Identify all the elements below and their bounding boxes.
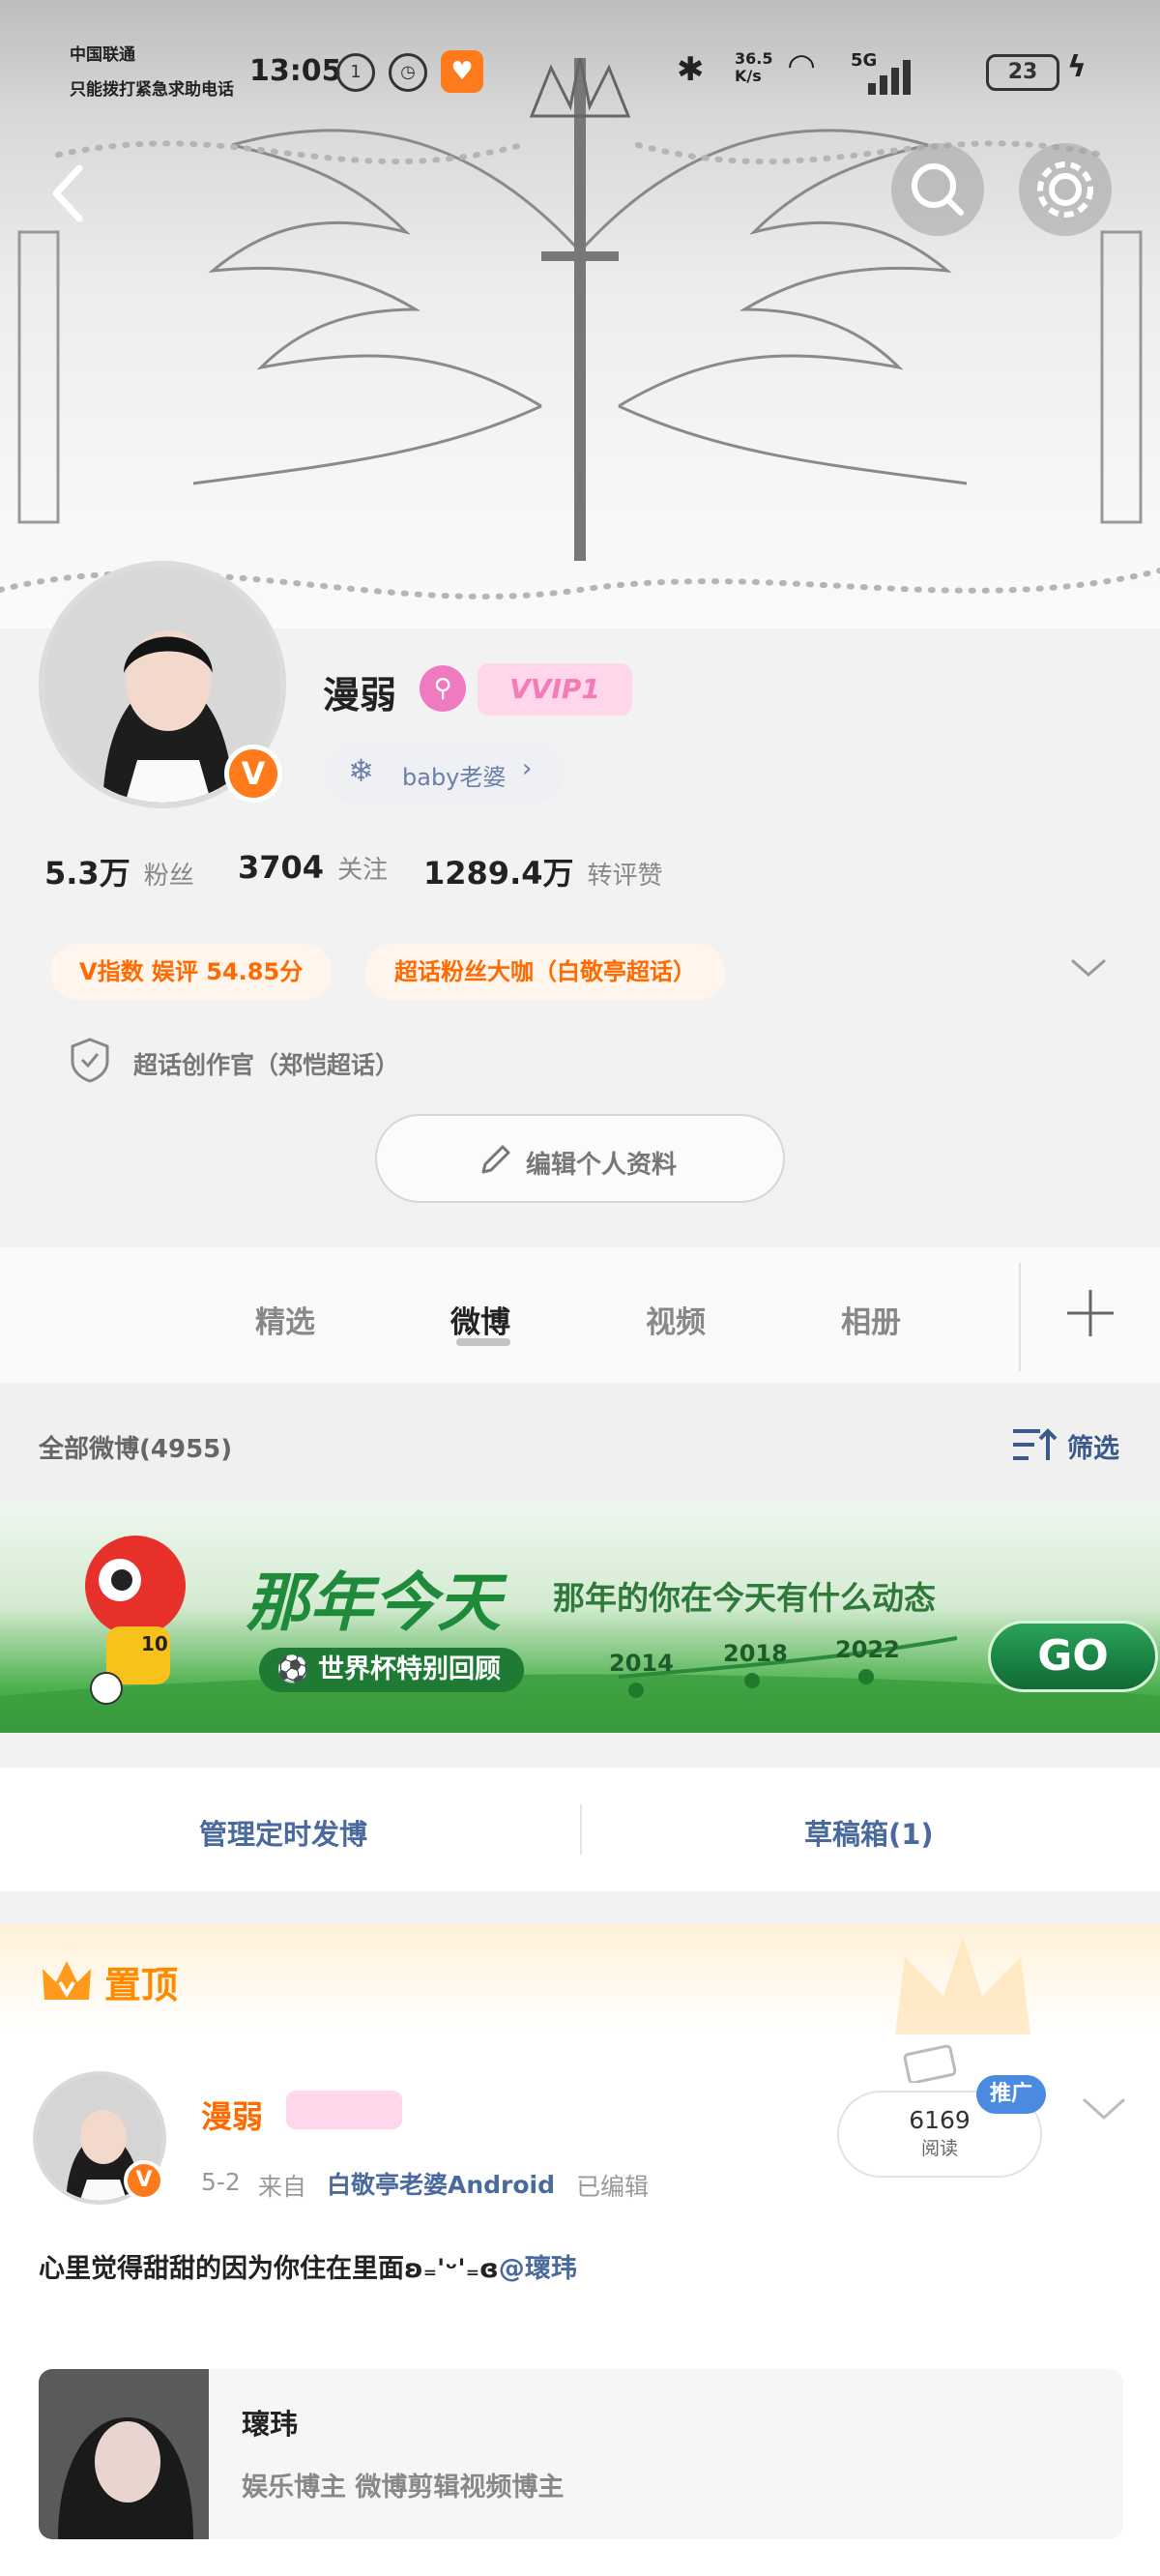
post-meta: 5-2 来自 (201, 2168, 306, 2203)
profile-tag-label: baby老婆 (402, 764, 507, 791)
pinned-label: 置顶 (104, 1964, 179, 2006)
profile-name: 漫弱 (323, 674, 397, 717)
author-vip-badge (286, 2091, 402, 2129)
world-cup-badge-label: 世界杯特别回顾 (318, 1654, 502, 1684)
hd-icon: 1 (336, 53, 375, 92)
post-mention[interactable]: @瓌玮 (499, 2254, 577, 2284)
world-cup-badge: ⚽ 世界杯特别回顾 (259, 1648, 525, 1692)
stat-engagement[interactable]: 1289.4万 转评赞 (423, 849, 663, 893)
jersey-number: 10 (141, 1632, 168, 1655)
shield-icon (70, 1037, 110, 1087)
v-index-pill[interactable]: V指数 娱评 54.85分 (50, 944, 333, 1000)
search-icon (912, 163, 964, 216)
filter-sort-icon (1011, 1425, 1058, 1468)
banner-subtitle: 那年的你在今天有什么动态 (553, 1579, 936, 1617)
pink-search-badge-icon[interactable]: ⚲ (420, 665, 466, 712)
post-text: 心里觉得甜甜的因为你住在里面ʚ₌'ᵕ'₌ɞ@瓌玮 (39, 2247, 577, 2285)
battery-level: 23 (1007, 60, 1038, 84)
linked-user-desc: 娱乐博主 微博剪辑视频博主 (242, 2473, 565, 2503)
net-speed-unit: K/s (735, 67, 762, 85)
chevron-down-icon (1083, 2098, 1125, 2121)
net-speed: 36.5 K/s (735, 50, 772, 85)
add-tab-button[interactable] (1063, 1286, 1117, 1344)
all-posts-count[interactable]: 全部微博(4955) (39, 1429, 232, 1465)
post-author-name[interactable]: 漫弱 (201, 2093, 263, 2137)
gear-icon (1037, 161, 1093, 218)
settings-button[interactable] (1019, 143, 1112, 236)
post-edited: 已编辑 (576, 2173, 650, 2201)
stat-value: 1289.4万 (423, 855, 574, 892)
carrier-name: 中国联通 (70, 45, 135, 65)
crown-watermark-icon (895, 1938, 1030, 2034)
go-button[interactable]: GO (988, 1621, 1158, 1692)
vip-badge[interactable]: VVIP1 (478, 663, 632, 716)
chevron-right-icon: › (522, 754, 533, 783)
wifi-icon: ◠ (789, 46, 815, 85)
tab-divider (1019, 1263, 1021, 1371)
banner-title: 那年今天 (246, 1566, 501, 1640)
reads-label: 阅读 (920, 2138, 958, 2159)
stat-value: 5.3万 (44, 855, 130, 892)
heart-app-icon: ♥ (441, 50, 483, 93)
expand-honors-button[interactable] (1069, 953, 1108, 986)
carrier-notice: 只能拨打紧急求助电话 (70, 80, 234, 100)
snowflake-icon: ❄ (348, 752, 374, 789)
verified-badge: V (224, 745, 282, 803)
linked-user-photo (39, 2369, 209, 2539)
post-more-button[interactable] (1081, 2093, 1127, 2127)
manage-divider (580, 1804, 582, 1855)
filter-button[interactable]: 筛选 (1067, 1427, 1119, 1465)
super-fan-pill[interactable]: 超话粉丝大咖（白敬亭超话） (365, 944, 725, 1000)
post-body: 心里觉得甜甜的因为你住在里面ʚ₌'ᵕ'₌ɞ (39, 2254, 499, 2284)
crown-icon (43, 1961, 91, 2000)
stat-value: 3704 (238, 849, 325, 886)
tab-album[interactable]: 相册 (841, 1298, 901, 1341)
post-from: 来自 (257, 2173, 306, 2201)
scheduled-posts-button[interactable]: 管理定时发博 (199, 1812, 367, 1853)
content-tabs (0, 1247, 1160, 1383)
memory-banner[interactable]: 10 那年今天 那年的你在今天有什么动态 ⚽ 世界杯特别回顾 2014 2018… (0, 1503, 1160, 1733)
stat-label: 粉丝 (143, 862, 194, 891)
charging-icon: ϟ (1067, 50, 1087, 84)
edit-profile-button[interactable]: 编辑个人资料 (375, 1114, 785, 1203)
post-source[interactable]: 白敬亭老婆Android (327, 2166, 555, 2201)
linked-user-name: 瓌玮 (242, 2408, 299, 2441)
plus-icon (1067, 1290, 1114, 1336)
drafts-button[interactable]: 草稿箱(1) (804, 1812, 934, 1853)
stat-followers[interactable]: 5.3万 粉丝 (44, 849, 194, 893)
status-time: 13:05 (249, 54, 342, 88)
active-tab-indicator (456, 1338, 510, 1346)
envelope-icon (903, 2044, 957, 2083)
pencil-icon (481, 1145, 510, 1174)
promote-button[interactable]: 推广 (976, 2075, 1046, 2114)
author-verified-badge: V (124, 2160, 164, 2201)
search-button[interactable] (891, 143, 984, 236)
back-button[interactable] (39, 155, 97, 232)
signal-icon (868, 56, 916, 99)
creator-honor[interactable]: 超话创作官（郑恺超话） (133, 1046, 399, 1081)
soccer-ball-icon: ⚽ (276, 1654, 309, 1684)
net-speed-value: 36.5 (735, 49, 773, 68)
year-2014: 2014 (609, 1650, 674, 1677)
chevron-down-icon (1071, 959, 1106, 977)
stat-label: 关注 (337, 856, 389, 885)
stat-following[interactable]: 3704 关注 (238, 849, 388, 886)
year-2018: 2018 (723, 1640, 788, 1667)
back-arrow-icon (52, 164, 83, 222)
edit-profile-label: 编辑个人资料 (526, 1151, 678, 1180)
profile-tag[interactable]: ❄ baby老婆 › (323, 743, 565, 803)
bluetooth-icon: ✱ (677, 50, 705, 89)
battery-indicator: 23 (986, 54, 1059, 91)
tab-video[interactable]: 视频 (646, 1298, 706, 1341)
tab-weibo[interactable]: 微博 (450, 1298, 510, 1341)
alarm-icon: ◷ (389, 53, 427, 92)
post-date: 5-2 (201, 2168, 241, 2196)
stat-label: 转评赞 (587, 862, 663, 891)
tab-featured[interactable]: 精选 (255, 1298, 315, 1341)
year-2022: 2022 (835, 1636, 900, 1663)
linked-user-card[interactable]: 瓌玮 娱乐博主 微博剪辑视频博主 (39, 2369, 1123, 2539)
